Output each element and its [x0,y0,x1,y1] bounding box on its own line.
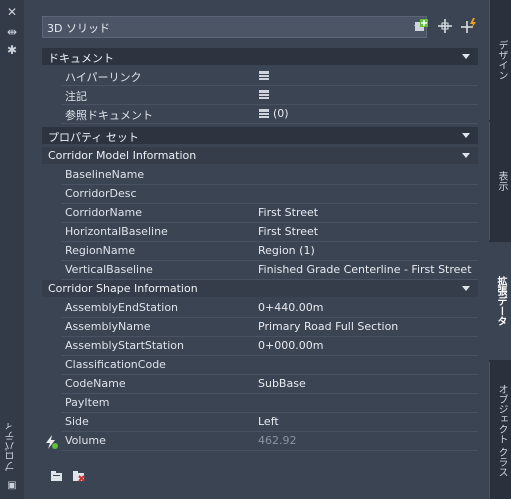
property-value: 0+440.00m [258,301,324,314]
property-row[interactable]: CorridorDesc [42,185,478,204]
collapse-chevron-icon [462,133,470,138]
property-name: AssemblyName [65,320,151,333]
add-property-set-icon[interactable] [50,470,64,482]
section-document-header[interactable]: ドキュメント [42,48,478,65]
property-name: ClassificationCode [65,358,166,371]
property-row[interactable]: HorizontalBaseline First Street [42,223,478,242]
list-edit-icon[interactable] [259,90,269,99]
section-title: Corridor Shape Information [48,282,198,295]
property-name: 参照ドキュメント [65,109,153,122]
settings-gear-icon[interactable]: ✱ [4,42,20,58]
close-icon[interactable]: ✕ [4,4,20,20]
property-row[interactable]: CorridorName First Street [42,204,478,223]
section-corridor-shape-header[interactable]: Corridor Shape Information [42,280,478,297]
add-to-selection-icon[interactable] [413,17,431,35]
tab-object-class[interactable]: オブジェクト クラス [489,362,511,499]
property-row[interactable]: RegionName Region (1) [42,242,478,261]
property-row[interactable]: BaselineName [42,166,478,185]
property-value: 0+000.00m [258,339,324,352]
properties-panel: 3D ソリッド ドキュメント ハイパーリンク 注記 参照ドキュメント (0) プ… [24,0,489,499]
property-row[interactable]: 注記 [42,86,478,105]
object-type-dropdown[interactable]: 3D ソリッド [42,16,427,38]
property-row[interactable]: AssemblyName Primary Road Full Section [42,318,478,337]
autohide-icon[interactable]: ⇹ [4,24,20,40]
property-name: VerticalBaseline [65,263,153,276]
section-title: プロパティ セット [48,131,139,144]
section-title: Corridor Model Information [48,149,197,162]
property-grid: ドキュメント ハイパーリンク 注記 参照ドキュメント (0) プロパティ セット… [42,48,478,453]
tab-label: 表示 [496,171,507,191]
property-row[interactable]: ClassificationCode [42,356,478,375]
section-title: ドキュメント [48,52,114,65]
property-value: SubBase [258,377,306,390]
property-row[interactable]: 参照ドキュメント (0) [42,105,478,124]
property-name: 注記 [65,90,87,103]
tab-extended-data[interactable]: 拡張データ [489,242,511,360]
select-objects-icon[interactable] [436,17,454,35]
property-name: Side [65,415,89,428]
property-name: ハイパーリンク [65,71,142,84]
tab-design[interactable]: デザイン [489,0,511,120]
list-edit-icon[interactable] [259,71,269,80]
property-row[interactable]: CodeName SubBase [42,375,478,394]
tab-label: オブジェクト クラス [496,383,507,478]
property-row[interactable]: PayItem [42,394,478,413]
property-name: CorridorName [65,206,143,219]
property-row[interactable]: Side Left [42,413,478,432]
palette-tabs: デザイン 表示 拡張データ オブジェクト クラス [489,0,511,499]
property-name: CodeName [65,377,126,390]
property-value: (0) [273,107,289,120]
section-property-sets-header[interactable]: プロパティ セット [42,127,478,144]
property-name: HorizontalBaseline [65,225,168,238]
property-name: AssemblyEndStation [65,301,179,314]
remove-property-set-icon[interactable] [72,470,86,482]
property-row-volume[interactable]: Volume 462.92 [42,432,478,451]
collapse-chevron-icon [462,54,470,59]
property-value: Primary Road Full Section [258,320,399,333]
quick-select-icon[interactable] [460,17,478,35]
section-corridor-model-header[interactable]: Corridor Model Information [42,147,478,164]
palette-title: プロパティ [6,421,17,471]
property-name: AssemblyStartStation [65,339,184,352]
property-value: Finished Grade Centerline - First Street [258,263,472,276]
property-row[interactable]: ハイパーリンク [42,67,478,86]
property-name: CorridorDesc [65,187,137,200]
collapse-chevron-icon [462,286,470,291]
palette-titlebar: ✕ ⇹ ✱ プロパティ ▣ [0,0,24,499]
property-value: Region (1) [258,244,315,257]
property-row[interactable]: VerticalBaseline Finished Grade Centerli… [42,261,478,280]
property-name: Volume [65,434,106,447]
property-name: RegionName [65,244,136,257]
tab-display[interactable]: 表示 [489,122,511,240]
tab-label: デザイン [496,40,507,80]
collapse-chevron-icon [462,153,470,158]
object-type-value: 3D ソリッド [47,22,110,35]
calculated-property-icon [46,435,58,449]
property-name: BaselineName [65,168,145,181]
list-edit-icon[interactable] [259,109,269,118]
property-name: PayItem [65,396,110,409]
property-value: Left [258,415,279,428]
property-row[interactable]: AssemblyStartStation 0+000.00m [42,337,478,356]
property-value: 462.92 [258,434,297,447]
property-value: First Street [258,225,319,238]
property-row[interactable]: AssemblyEndStation 0+440.00m [42,299,478,318]
property-value: First Street [258,206,319,219]
palette-menu-icon[interactable]: ▣ [4,478,20,494]
tab-label: 拡張データ [495,276,506,326]
